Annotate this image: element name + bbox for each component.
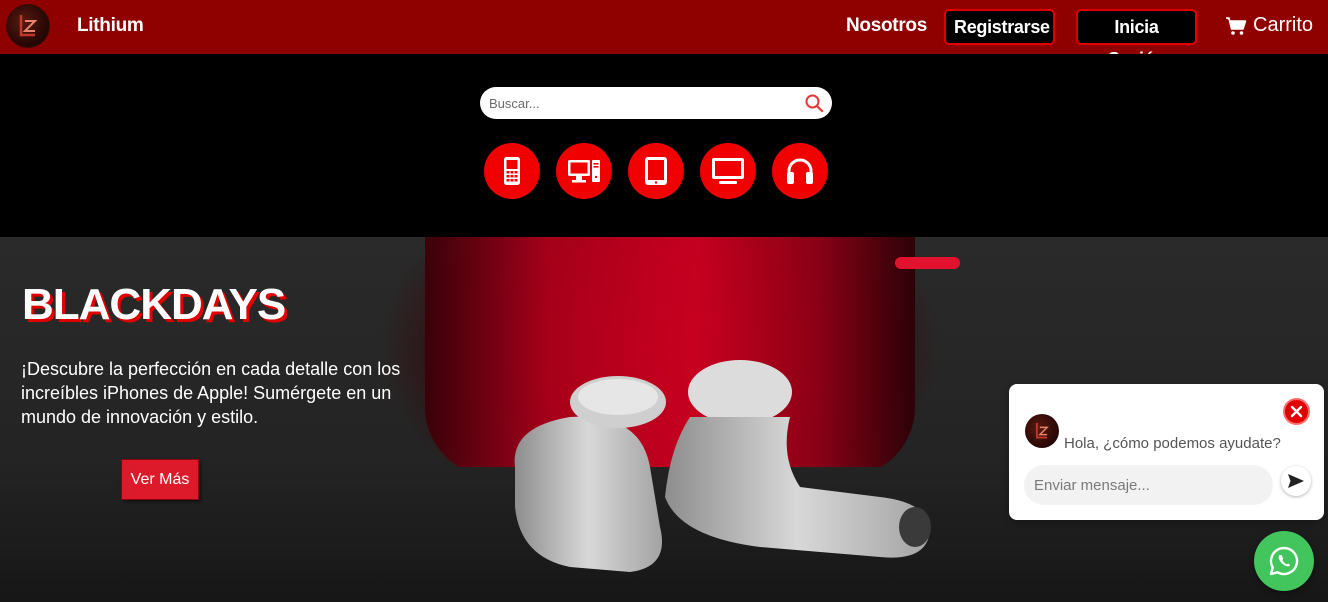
search-icon[interactable] <box>804 93 824 113</box>
login-button[interactable]: Inicia Sesión <box>1076 9 1197 69</box>
top-navbar: Lithium Nosotros Registrarse Inicia Sesi… <box>0 0 1328 69</box>
nav-link-about[interactable]: Nosotros <box>846 15 927 37</box>
brand-logo[interactable] <box>6 4 50 48</box>
search-input[interactable] <box>480 88 790 118</box>
hero-description: ¡Descubre la perfección en cada detalle … <box>21 359 401 427</box>
see-more-button[interactable]: Ver Más <box>121 459 199 500</box>
headphones-icon <box>787 158 813 184</box>
whatsapp-icon <box>1269 546 1299 576</box>
category-desktops-button[interactable] <box>556 143 612 199</box>
register-button[interactable]: Registrarse <box>944 9 1055 45</box>
category-phones-button[interactable] <box>484 143 540 199</box>
whatsapp-button[interactable] <box>1254 531 1314 591</box>
category-tv-button[interactable] <box>700 143 756 199</box>
cart-label: Carrito <box>1253 14 1314 36</box>
search-bar <box>480 87 832 119</box>
chat-message-input[interactable] <box>1024 465 1273 505</box>
tablet-icon <box>645 157 667 185</box>
brand-logo-mark-icon <box>1035 422 1049 439</box>
chat-greeting: Hola, ¿cómo podemos ayudate? <box>1064 435 1281 452</box>
chat-widget: Hola, ¿cómo podemos ayudate? <box>1009 384 1324 520</box>
send-icon <box>1288 474 1304 488</box>
desktop-computer-icon <box>568 160 600 183</box>
category-audio-button[interactable] <box>772 143 828 199</box>
chat-close-button[interactable] <box>1283 398 1310 425</box>
chat-avatar <box>1025 414 1059 448</box>
mobile-phone-icon <box>504 157 520 185</box>
cart-link[interactable]: Carrito <box>1225 14 1313 37</box>
hero-title: BLACKDAYS <box>22 280 286 329</box>
brand-logo-mark-icon <box>19 15 38 37</box>
search-section <box>0 54 1328 237</box>
hero-image-detail <box>895 257 960 269</box>
chat-send-button[interactable] <box>1281 466 1311 496</box>
airpods-illustration <box>514 360 931 572</box>
brand-name[interactable]: Lithium <box>77 15 144 37</box>
category-tablets-button[interactable] <box>628 143 684 199</box>
close-icon <box>1290 405 1303 418</box>
tv-monitor-icon <box>712 158 744 184</box>
cart-icon <box>1226 16 1247 35</box>
